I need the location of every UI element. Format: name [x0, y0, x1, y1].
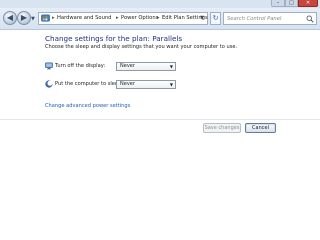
monitor-icon [45, 62, 53, 70]
refresh-button[interactable]: ↻ [210, 12, 221, 25]
chevron-down-icon: ▼ [169, 82, 173, 87]
page-description: Choose the sleep and display settings th… [45, 44, 238, 50]
title-bar: – □ ✕ [0, 0, 320, 8]
sleep-timeout-label: Put the computer to sleep: [55, 81, 124, 87]
page-title: Change settings for the plan: Parallels [45, 34, 183, 43]
control-panel-icon [41, 14, 50, 22]
breadcrumb-item-power-options[interactable]: Power Options [121, 15, 158, 21]
display-timeout-value: Never [120, 63, 135, 69]
display-timeout-select[interactable]: Never ▼ [116, 62, 176, 71]
address-bar[interactable]: ▸ Hardware and Sound ▸ Power Options ▸ E… [38, 12, 208, 25]
sleep-timeout-select[interactable]: Never ▼ [116, 80, 176, 89]
breadcrumb-item-hardware-and-sound[interactable]: Hardware and Sound [57, 15, 111, 21]
search-input[interactable] [227, 14, 305, 24]
breadcrumb-separator: ▸ [52, 15, 55, 21]
chevron-down-icon: ▼ [169, 64, 173, 69]
breadcrumb-separator: ▸ [116, 15, 119, 21]
cancel-button[interactable]: Cancel [245, 123, 276, 133]
search-box[interactable] [223, 12, 317, 25]
display-timeout-label: Turn off the display: [55, 63, 106, 69]
search-icon[interactable] [306, 15, 314, 23]
save-changes-button[interactable]: Save changes [203, 123, 241, 133]
back-button[interactable]: ◀ [3, 11, 17, 25]
moon-sleep-icon [45, 80, 53, 88]
navigation-bar: ◀ ▶ ▼ ▸ Hardware and Sound ▸ Power Optio… [0, 8, 320, 30]
minimize-button[interactable]: – [271, 0, 285, 7]
main-content: Change settings for the plan: Parallels … [0, 31, 320, 240]
forward-button[interactable]: ▶ [17, 11, 31, 25]
advanced-power-settings-link[interactable]: Change advanced power settings [45, 103, 130, 109]
breadcrumb-separator: ▸ [157, 15, 160, 21]
address-dropdown-icon[interactable]: ▼ [198, 15, 206, 23]
divider [0, 119, 320, 120]
close-button[interactable]: ✕ [298, 0, 318, 7]
maximize-button[interactable]: □ [285, 0, 298, 7]
sleep-timeout-value: Never [120, 81, 135, 87]
recent-pages-dropdown[interactable]: ▼ [31, 16, 35, 22]
